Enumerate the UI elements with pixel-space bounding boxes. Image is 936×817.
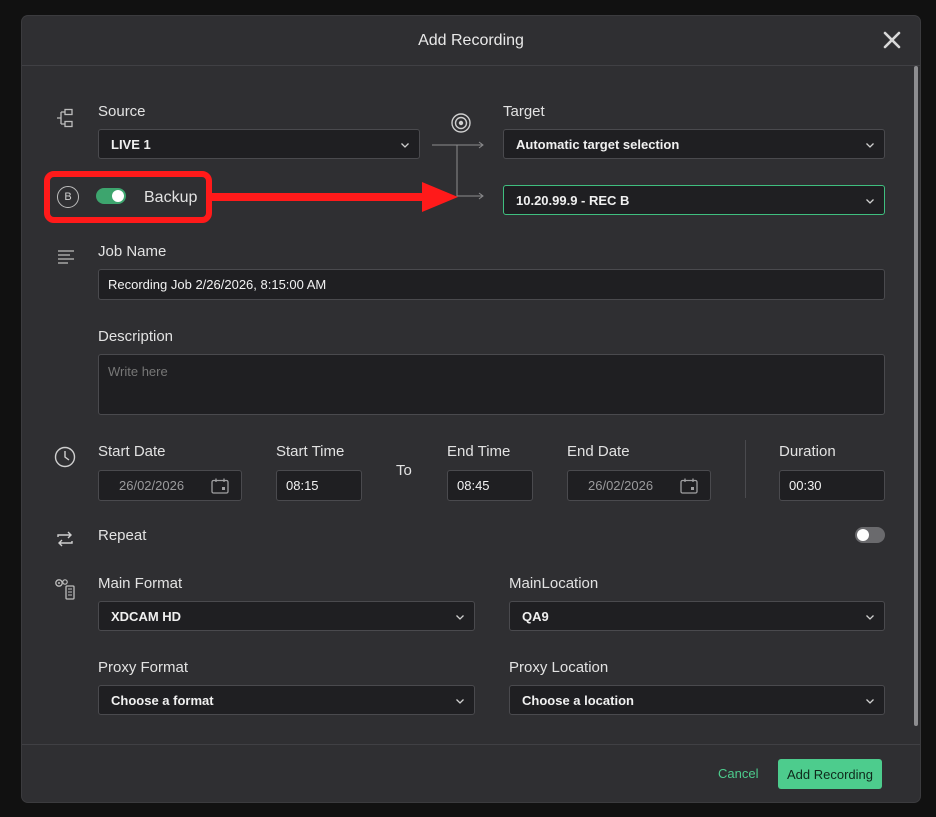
proxy-format-label: Proxy Format	[98, 659, 189, 676]
end-time-label: End Time	[447, 443, 511, 460]
source-tree-icon	[56, 108, 74, 128]
clock-icon	[54, 446, 76, 468]
duration-input[interactable]: 00:30	[779, 470, 885, 501]
chevron-down-icon	[866, 615, 874, 620]
main-format-select[interactable]: XDCAM HD	[98, 601, 475, 631]
end-time-input[interactable]: 08:45	[447, 470, 533, 501]
repeat-icon	[55, 529, 75, 549]
repeat-label: Repeat	[98, 527, 147, 544]
format-settings-icon	[53, 577, 77, 601]
duration-label: Duration	[779, 443, 836, 460]
proxy-location-select[interactable]: Choose a location	[509, 685, 885, 715]
chevron-down-icon	[866, 199, 874, 204]
target-select[interactable]: Automatic target selection	[503, 129, 885, 159]
calendar-icon[interactable]	[680, 478, 698, 494]
text-lines-icon	[57, 249, 75, 265]
source-label: Source	[98, 103, 146, 120]
add-recording-dialog: Add Recording Source LIVE 1 Target Autom…	[22, 16, 920, 802]
close-button[interactable]	[880, 28, 904, 52]
end-date-label: End Date	[567, 443, 630, 460]
target-label: Target	[503, 103, 545, 120]
scrollbar[interactable]	[913, 66, 919, 740]
start-time-label: Start Time	[276, 443, 345, 460]
cancel-button[interactable]: Cancel	[718, 766, 758, 781]
job-name-label: Job Name	[98, 243, 167, 260]
add-recording-button[interactable]: Add Recording	[778, 759, 882, 789]
annotation-highlight-box	[44, 171, 212, 223]
job-name-input[interactable]: Recording Job 2/26/2026, 8:15:00 AM	[98, 269, 885, 300]
annotation-arrow	[212, 180, 460, 219]
target-icon	[450, 112, 472, 134]
end-date-input[interactable]: 26/02/2026	[567, 470, 711, 501]
proxy-location-label: Proxy Location	[509, 659, 609, 676]
chevron-down-icon	[456, 615, 464, 620]
main-location-select[interactable]: QA9	[509, 601, 885, 631]
target-select-value: Automatic target selection	[516, 136, 680, 152]
dialog-header: Add Recording	[22, 16, 920, 66]
main-location-label: MainLocation	[509, 575, 599, 592]
dialog-title: Add Recording	[418, 31, 524, 49]
calendar-icon[interactable]	[211, 478, 229, 494]
to-label: To	[396, 462, 412, 479]
repeat-toggle[interactable]	[855, 527, 885, 543]
chevron-down-icon	[866, 143, 874, 148]
source-select-value: LIVE 1	[111, 136, 151, 152]
scrollbar-thumb[interactable]	[914, 66, 918, 726]
start-date-input[interactable]: 26/02/2026	[98, 470, 242, 501]
source-select[interactable]: LIVE 1	[98, 129, 420, 159]
backup-target-value: 10.20.99.9 - REC B	[516, 192, 630, 208]
chevron-down-icon	[456, 699, 464, 704]
main-format-label: Main Format	[98, 575, 183, 592]
close-icon	[883, 31, 901, 49]
backup-target-select[interactable]: 10.20.99.9 - REC B	[503, 185, 885, 215]
start-date-label: Start Date	[98, 443, 166, 460]
proxy-format-select[interactable]: Choose a format	[98, 685, 475, 715]
chevron-down-icon	[401, 143, 409, 148]
toggle-knob	[857, 529, 869, 541]
start-time-input[interactable]: 08:15	[276, 470, 362, 501]
description-label: Description	[98, 328, 174, 345]
description-textarea[interactable]: Write here	[98, 354, 885, 415]
chevron-down-icon	[866, 699, 874, 704]
schedule-divider	[745, 440, 746, 498]
footer-divider	[22, 744, 920, 745]
